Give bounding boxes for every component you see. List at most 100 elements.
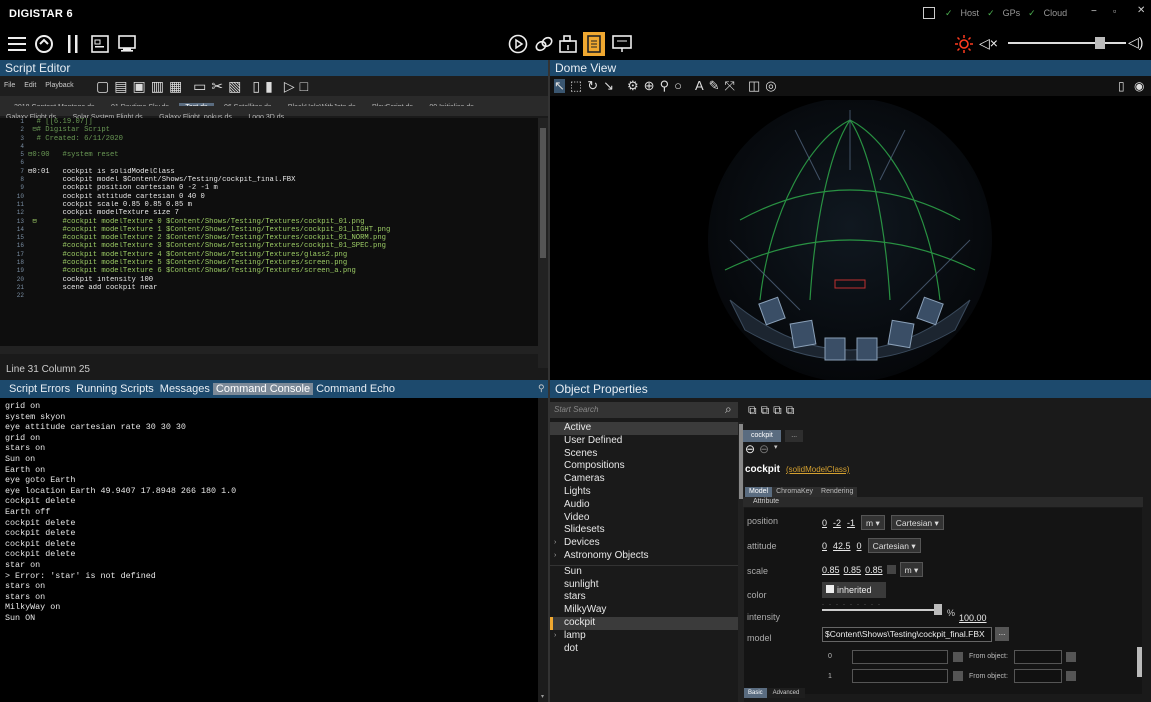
settings-gear-icon[interactable]: ⚙: [627, 79, 639, 93]
scale-x[interactable]: 0.85: [822, 565, 840, 575]
delete-object-icon[interactable]: ⧉: [786, 403, 795, 418]
rotate-icon[interactable]: ↻: [587, 79, 598, 93]
color-picker[interactable]: inherited: [822, 582, 886, 598]
scale-unit-select[interactable]: m ▾: [899, 562, 924, 577]
tab-script-errors[interactable]: Script Errors: [6, 383, 73, 395]
save-as-icon[interactable]: ▥: [151, 78, 164, 94]
expand-chevron-icon[interactable]: ›: [554, 630, 556, 643]
marquee-icon[interactable]: ⬚: [570, 79, 582, 93]
tab-cockpit[interactable]: cockpit: [743, 430, 781, 442]
intensity-slider[interactable]: [822, 609, 942, 611]
volume-slider[interactable]: [1008, 42, 1126, 44]
sun-icon[interactable]: [955, 35, 973, 53]
scale-z[interactable]: 0.85: [865, 565, 883, 575]
paste-icon[interactable]: ▧: [228, 78, 241, 94]
hamburger-menu-icon[interactable]: [8, 36, 26, 52]
minimize-icon[interactable]: −: [1091, 6, 1097, 17]
object-item[interactable]: stars: [550, 591, 740, 604]
text-icon[interactable]: A: [695, 79, 704, 93]
intensity-slider-thumb[interactable]: [934, 604, 942, 615]
subtab-chromakey[interactable]: ChromaKey: [772, 487, 818, 497]
forward-arrow-icon[interactable]: ⊖: [759, 442, 769, 456]
object-item[interactable]: Sun: [550, 566, 740, 579]
tab-messages[interactable]: Messages: [157, 383, 213, 395]
category-item[interactable]: Active: [550, 422, 740, 435]
browse-texture-button[interactable]: [953, 671, 963, 681]
subtab-model[interactable]: Model: [745, 487, 773, 497]
circle-icon[interactable]: ○: [674, 79, 682, 93]
category-item[interactable]: Slidesets: [550, 524, 740, 537]
new-file-icon[interactable]: ▢: [96, 78, 109, 94]
dome-render[interactable]: [700, 100, 1000, 380]
globe-icon[interactable]: ⊕: [644, 79, 655, 93]
search-icon[interactable]: ⌕: [725, 402, 732, 417]
subtab-rendering[interactable]: Rendering: [817, 487, 858, 497]
category-item[interactable]: › Devices: [550, 537, 740, 550]
pin-icon[interactable]: ⚲: [538, 383, 545, 394]
measure-icon[interactable]: ⤧: [725, 79, 735, 93]
snapshot-icon[interactable]: ◫: [748, 79, 760, 93]
code-editor[interactable]: 1 # [[6.19.07]] 2 ⊟# Digistar Script 3 # C…: [0, 118, 538, 308]
category-item[interactable]: Lights: [550, 486, 740, 499]
history-dropdown-icon[interactable]: ▾: [774, 443, 778, 451]
object-item[interactable]: dot: [550, 643, 740, 656]
scale-y[interactable]: 0.85: [844, 565, 862, 575]
console-scrollbar[interactable]: ▾: [538, 398, 548, 702]
menu-edit[interactable]: Edit: [24, 82, 36, 89]
object-class-link[interactable]: (solidModelClass): [786, 465, 850, 474]
save-icon[interactable]: ▣: [132, 78, 145, 94]
mute-icon[interactable]: ◁×: [979, 35, 998, 52]
position-x[interactable]: 0: [822, 518, 827, 528]
category-item[interactable]: › Astronomy Objects: [550, 550, 740, 563]
refresh-icon[interactable]: [34, 34, 54, 54]
position-unit-select[interactable]: m ▾: [861, 515, 885, 530]
volume-slider-thumb[interactable]: [1095, 37, 1105, 49]
texture-path-input[interactable]: [852, 669, 948, 683]
category-item[interactable]: Compositions: [550, 460, 740, 473]
pointer-icon[interactable]: ↘: [603, 79, 614, 93]
uncomment-icon[interactable]: ▮: [265, 78, 273, 94]
cut-icon[interactable]: ✂: [211, 78, 223, 94]
paste-object-icon[interactable]: ⧉: [773, 403, 782, 418]
attitude-z[interactable]: 0: [857, 541, 862, 551]
stop-icon[interactable]: □: [300, 78, 308, 94]
attitude-x[interactable]: 0: [822, 541, 827, 551]
object-item[interactable]: › lamp: [550, 630, 740, 643]
image-icon[interactable]: [118, 35, 136, 53]
browse-model-button[interactable]: ...: [995, 627, 1009, 641]
object-item[interactable]: cockpit: [550, 616, 740, 630]
from-object-input[interactable]: [1014, 669, 1062, 683]
copy-icon[interactable]: ▭: [193, 78, 206, 94]
object-search[interactable]: Start Search ⌕: [550, 402, 738, 418]
browse-from-object-button[interactable]: [1066, 671, 1076, 681]
presentation-icon[interactable]: [612, 35, 632, 53]
close-icon[interactable]: ✕: [1137, 5, 1145, 16]
save-all-icon[interactable]: ▦: [169, 78, 182, 94]
category-item[interactable]: Video: [550, 512, 740, 525]
restore-icon[interactable]: ▫: [1113, 6, 1116, 16]
texture-path-input[interactable]: [852, 650, 948, 664]
camera-bag-icon[interactable]: [558, 34, 578, 54]
bookmark-icon[interactable]: ▯: [1118, 79, 1125, 93]
browse-from-object-button[interactable]: [1066, 652, 1076, 662]
position-y[interactable]: -2: [833, 518, 841, 528]
tab-advanced[interactable]: Advanced: [766, 688, 806, 698]
object-item[interactable]: MilkyWay: [550, 604, 740, 617]
eye-icon[interactable]: ◉: [1134, 79, 1144, 93]
browse-texture-button[interactable]: [953, 652, 963, 662]
intensity-value[interactable]: 100.00: [959, 608, 987, 626]
position-z[interactable]: -1: [847, 518, 855, 528]
expand-chevron-icon[interactable]: ›: [554, 550, 556, 563]
expand-chevron-icon[interactable]: ›: [554, 537, 556, 550]
object-item[interactable]: sunlight: [550, 579, 740, 592]
lock-scale-checkbox[interactable]: [886, 565, 896, 574]
menu-playback[interactable]: Playback: [45, 82, 73, 89]
chevron-down-icon[interactable]: ▾: [541, 693, 544, 700]
script-icon[interactable]: [91, 35, 109, 53]
menu-file[interactable]: File: [4, 82, 15, 89]
link-icon[interactable]: [534, 35, 554, 53]
tab-command-echo[interactable]: Command Echo: [313, 383, 398, 395]
copy-object-icon[interactable]: ⧉: [761, 403, 770, 418]
property-scrollbar-thumb[interactable]: [1137, 647, 1142, 677]
play-icon[interactable]: [508, 34, 528, 54]
